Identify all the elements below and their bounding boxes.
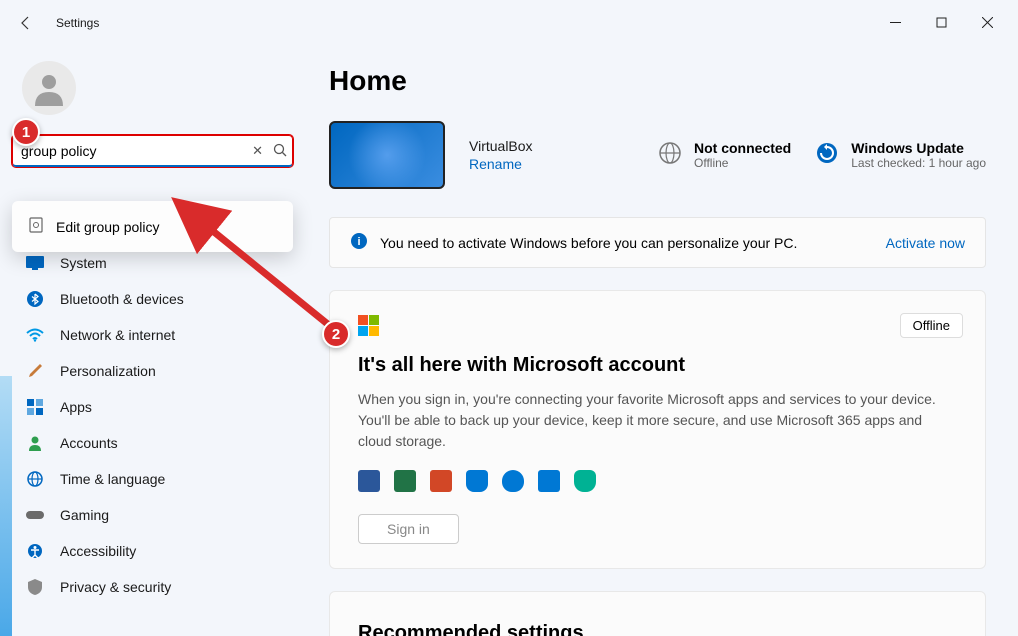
activate-link[interactable]: Activate now — [886, 235, 965, 251]
nav-label: System — [60, 255, 107, 271]
avatar[interactable] — [22, 61, 76, 115]
suggestion-label: Edit group policy — [56, 219, 160, 235]
banner-text: You need to activate Windows before you … — [380, 235, 797, 251]
search-icon[interactable] — [273, 143, 287, 160]
nav-label: Network & internet — [60, 327, 175, 343]
wifi-icon — [26, 326, 44, 344]
back-button[interactable] — [8, 5, 44, 41]
powerpoint-icon — [430, 470, 452, 492]
family-icon — [574, 470, 596, 492]
svg-text:i: i — [357, 236, 360, 248]
nav-privacy[interactable]: Privacy & security — [12, 569, 293, 605]
offline-badge: Offline — [900, 313, 963, 338]
search-input[interactable] — [12, 135, 293, 167]
nav-apps[interactable]: Apps — [12, 389, 293, 425]
brush-icon — [26, 362, 44, 380]
nav-accounts[interactable]: Accounts — [12, 425, 293, 461]
card-title: It's all here with Microsoft account — [358, 354, 957, 377]
nav-label: Apps — [60, 399, 92, 415]
card-desc: When you sign in, you're connecting your… — [358, 389, 957, 452]
nav-label: Bluetooth & devices — [60, 291, 184, 307]
outlook-icon — [538, 470, 560, 492]
system-icon — [26, 254, 44, 272]
update-sub: Last checked: 1 hour ago — [851, 156, 986, 170]
onedrive-icon — [502, 470, 524, 492]
nav-label: Accounts — [60, 435, 118, 451]
annotation-marker-2: 2 — [322, 320, 350, 348]
word-icon — [358, 470, 380, 492]
excel-icon — [394, 470, 416, 492]
app-title: Settings — [56, 16, 99, 30]
bluetooth-icon — [26, 290, 44, 308]
network-status-sub: Offline — [694, 156, 791, 170]
annotation-marker-1: 1 — [12, 118, 40, 146]
close-button[interactable] — [964, 8, 1010, 38]
defender-icon — [466, 470, 488, 492]
policy-icon — [28, 217, 44, 236]
signin-button[interactable]: Sign in — [358, 514, 459, 544]
nav-personalization[interactable]: Personalization — [12, 353, 293, 389]
info-icon: i — [350, 232, 368, 253]
nav-gaming[interactable]: Gaming — [12, 497, 293, 533]
nav-label: Time & language — [60, 471, 165, 487]
desktop-preview[interactable] — [329, 121, 445, 189]
nav-time-language[interactable]: Time & language — [12, 461, 293, 497]
globe-icon — [26, 470, 44, 488]
clear-search-icon[interactable]: ✕ — [252, 143, 263, 159]
search-suggestions: Edit group policy — [12, 201, 293, 252]
shield-icon — [26, 578, 44, 596]
accessibility-icon — [26, 542, 44, 560]
nav-label: Privacy & security — [60, 579, 171, 595]
page-title: Home — [329, 65, 986, 97]
device-name: VirtualBox — [469, 138, 533, 154]
network-icon — [658, 141, 682, 170]
microsoft-account-card: Offline It's all here with Microsoft acc… — [329, 290, 986, 569]
microsoft-logo — [358, 315, 957, 336]
minimize-button[interactable] — [872, 8, 918, 38]
network-status-title: Not connected — [694, 140, 791, 156]
nav-label: Accessibility — [60, 543, 136, 559]
taskbar-edge — [0, 376, 12, 636]
nav-label: Gaming — [60, 507, 109, 523]
activation-banner: i You need to activate Windows before yo… — [329, 217, 986, 268]
recommended-title: Recommended settings — [358, 622, 957, 636]
rename-link[interactable]: Rename — [469, 156, 533, 172]
update-title: Windows Update — [851, 140, 986, 156]
nav-bluetooth[interactable]: Bluetooth & devices — [12, 281, 293, 317]
suggestion-edit-group-policy[interactable]: Edit group policy — [12, 209, 293, 244]
maximize-button[interactable] — [918, 8, 964, 38]
nav-network[interactable]: Network & internet — [12, 317, 293, 353]
user-icon — [26, 434, 44, 452]
gamepad-icon — [26, 506, 44, 524]
update-icon — [815, 141, 839, 170]
apps-icon — [26, 398, 44, 416]
nav-label: Personalization — [60, 363, 156, 379]
nav-accessibility[interactable]: Accessibility — [12, 533, 293, 569]
